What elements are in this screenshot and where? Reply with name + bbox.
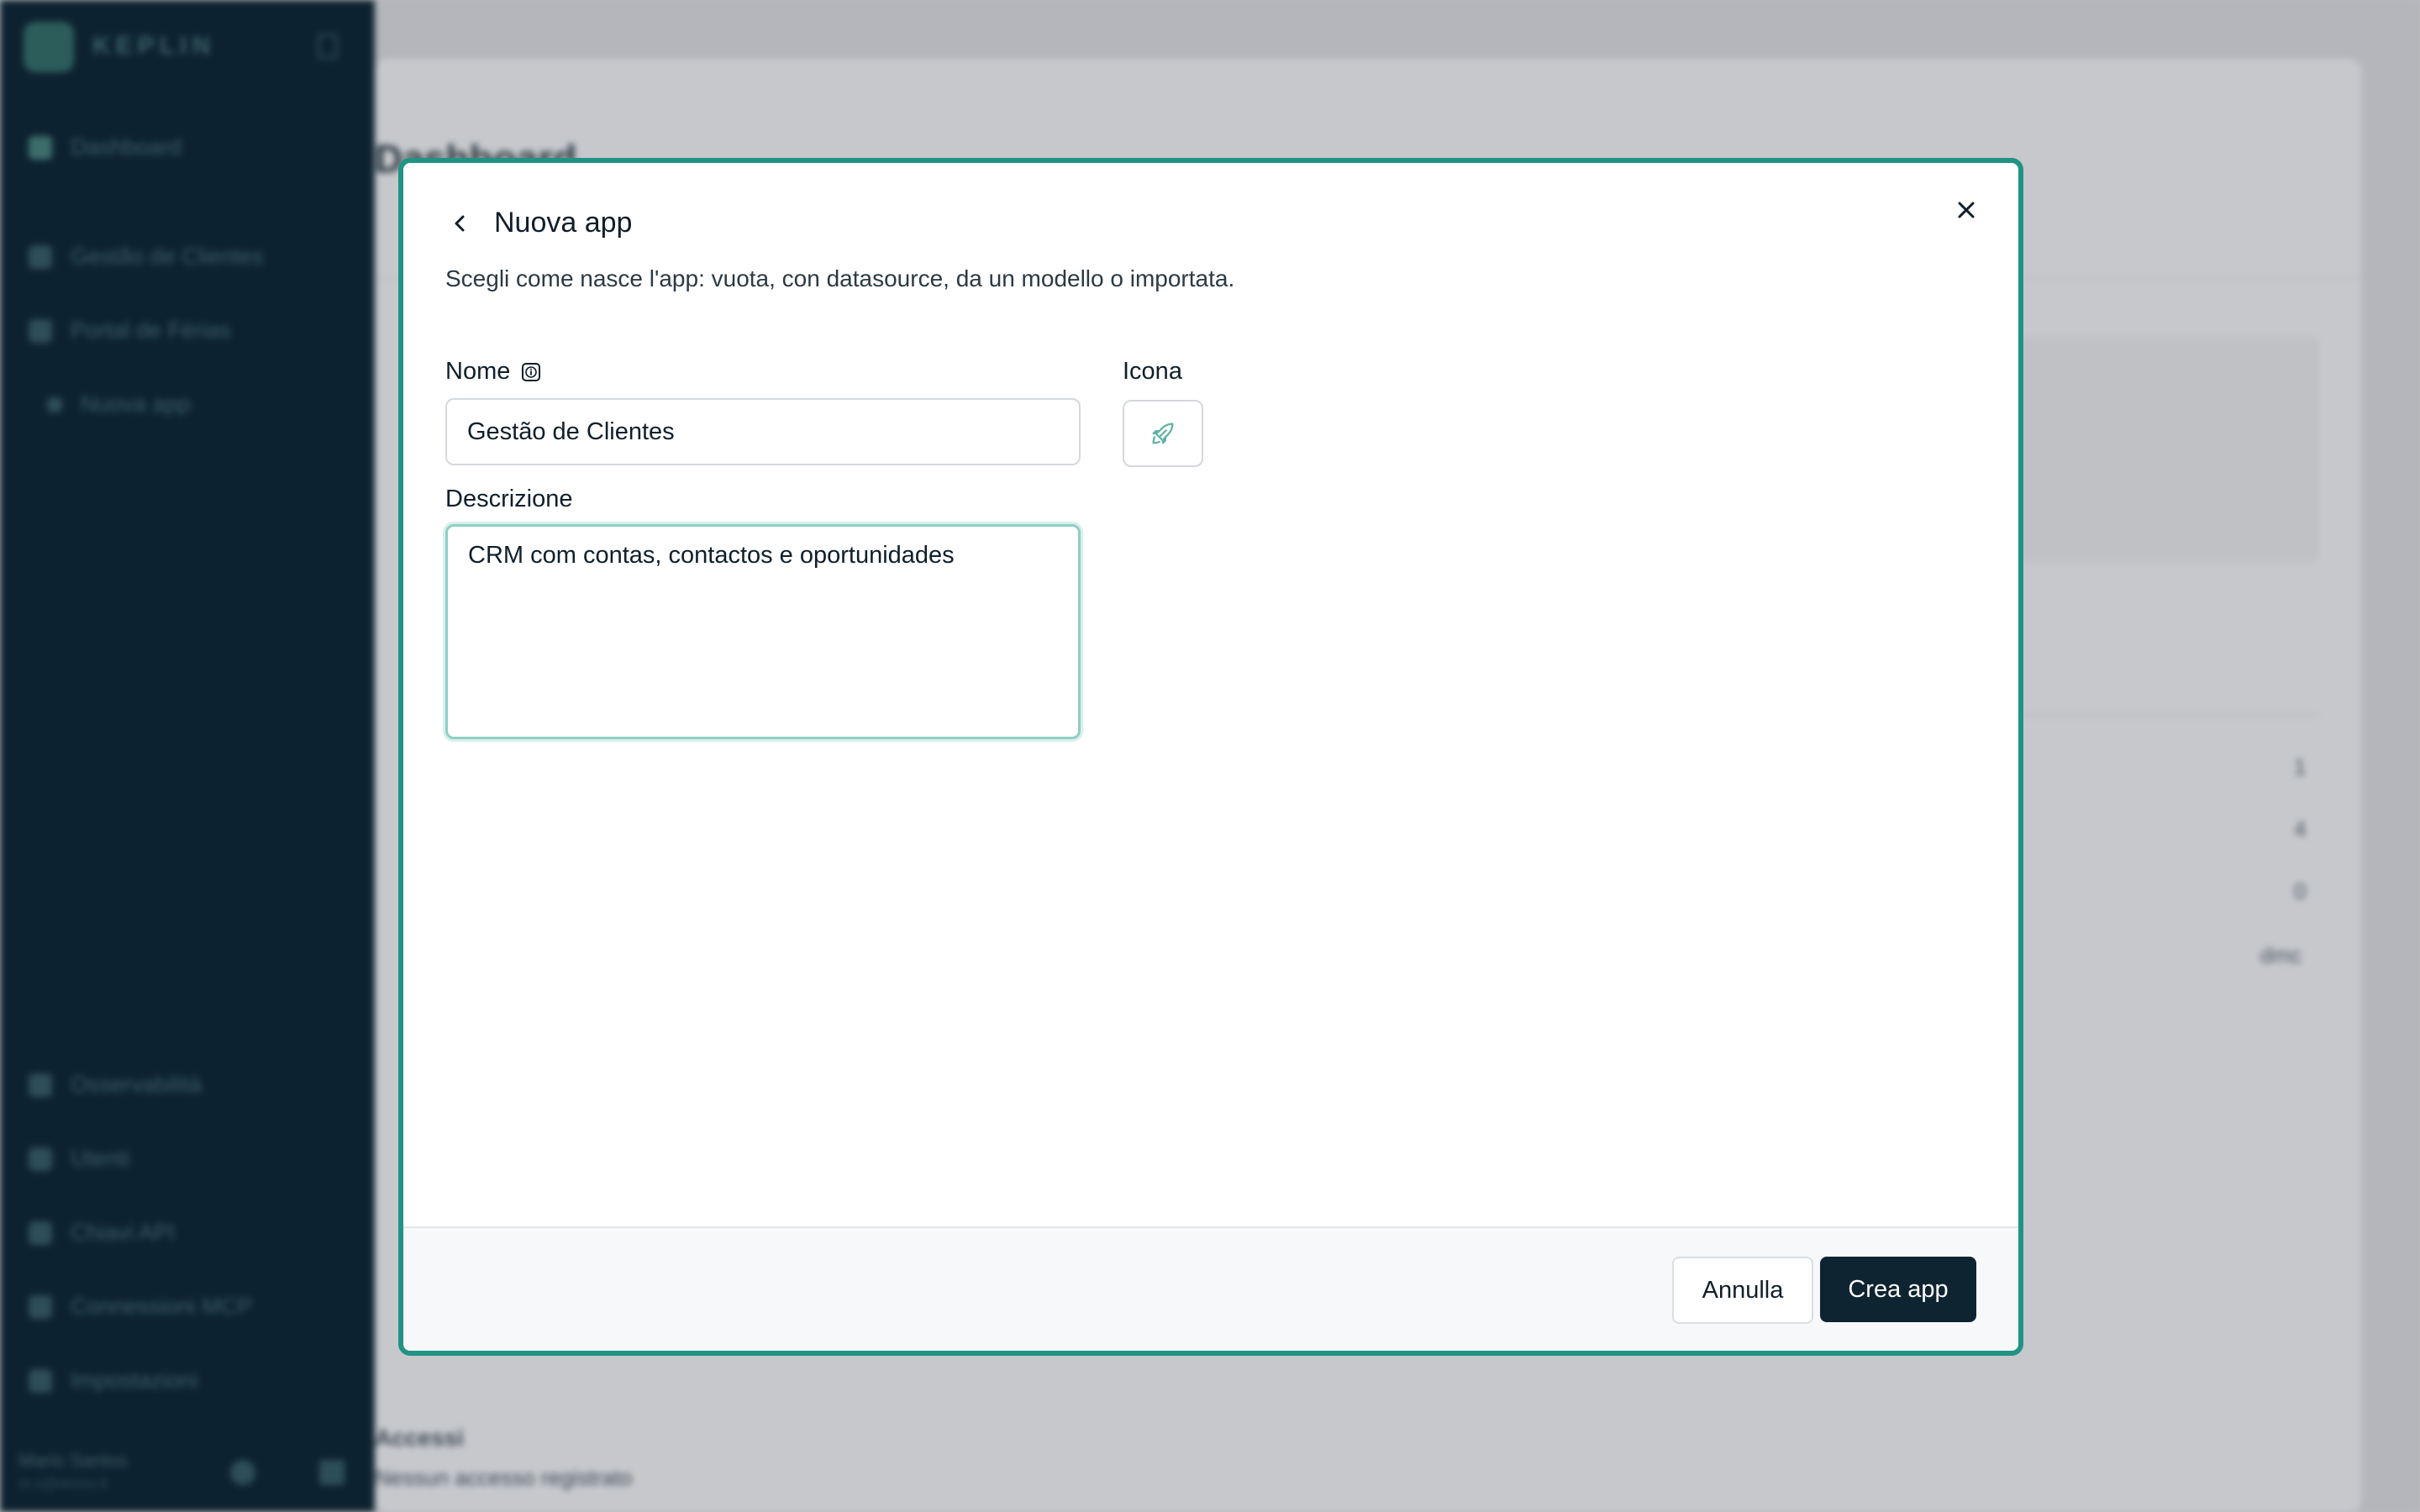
logout-icon[interactable] xyxy=(319,1460,345,1485)
sidebar-item-label: Osservabilità xyxy=(71,1072,203,1097)
dialog-subtitle: Scegli come nasce l'app: vuota, con data… xyxy=(445,265,1235,291)
name-label: Nome xyxy=(445,358,542,386)
users-icon xyxy=(29,1147,52,1171)
chart-icon xyxy=(29,1073,52,1097)
sidebar-item-app-gestao[interactable]: Gestão de Clientes xyxy=(29,244,264,270)
description-textarea[interactable]: CRM com contas, contactos e oportunidade… xyxy=(445,524,1081,739)
app-icon xyxy=(29,244,52,269)
new-app-dialog: Nuova app Scegli come nasce l'app: vuota… xyxy=(398,158,2023,1356)
sidebar-item-label: Impostazioni xyxy=(71,1368,198,1393)
chevron-left-icon xyxy=(455,215,465,231)
rocket-icon xyxy=(1152,423,1174,444)
create-app-button[interactable]: Crea app xyxy=(1820,1257,1976,1322)
user-info[interactable]: Mario Santos m.s@demo.it xyxy=(18,1450,128,1493)
sidebar: KEPLIN Dashboard Gestão de Clientes Port… xyxy=(0,0,375,1512)
sidebar-item-settings[interactable]: Impostazioni xyxy=(29,1368,198,1394)
name-label-text: Nome xyxy=(445,358,511,385)
user-email: m.s@demo.it xyxy=(18,1475,108,1492)
sidebar-item-mcp[interactable]: Connessioni MCP xyxy=(29,1294,252,1320)
brand-name: KEPLIN xyxy=(92,32,216,60)
sidebar-item-label: Gestão de Clientes xyxy=(71,244,264,269)
stat-value: 1 xyxy=(2294,754,2307,780)
info-icon[interactable] xyxy=(520,361,542,383)
sidebar-item-dashboard[interactable]: Dashboard xyxy=(29,134,182,160)
description-label: Descrizione xyxy=(445,486,573,512)
user-name: Mario Santos xyxy=(18,1450,128,1471)
logo xyxy=(24,22,74,72)
sidebar-item-new-app[interactable]: Nuova app xyxy=(47,391,191,417)
sidebar-item-label: Dashboard xyxy=(71,134,182,160)
plug-icon xyxy=(29,1294,52,1319)
dashboard-icon xyxy=(29,135,52,160)
close-button[interactable] xyxy=(1949,193,1983,227)
sidebar-item-label: Portal de Férias xyxy=(71,318,231,343)
name-input[interactable] xyxy=(445,398,1081,465)
cancel-button[interactable]: Annulla xyxy=(1672,1257,1813,1324)
icon-picker-button[interactable] xyxy=(1123,400,1203,467)
close-icon xyxy=(1958,202,1975,218)
divider xyxy=(2008,714,2319,716)
globe-icon[interactable] xyxy=(230,1460,255,1485)
sidebar-collapse-icon[interactable] xyxy=(318,34,338,59)
section-title: Accessi xyxy=(375,1425,464,1451)
back-button[interactable] xyxy=(445,208,476,239)
rocket-icon xyxy=(29,318,52,343)
dialog-footer: Annulla Crea app xyxy=(403,1226,2018,1351)
key-icon xyxy=(29,1221,52,1245)
icon-label: Icona xyxy=(1123,358,1182,385)
stat-value: dmc xyxy=(2260,942,2302,968)
sidebar-item-label: Nuova app xyxy=(81,391,191,417)
sidebar-item-users[interactable]: Utenti xyxy=(29,1146,130,1172)
sidebar-item-api-keys[interactable]: Chiavi API xyxy=(29,1220,176,1246)
dialog-header: Nuova app xyxy=(445,207,632,239)
sidebar-item-label: Utenti xyxy=(71,1146,130,1171)
section-subtitle: Nessun accesso registrato xyxy=(375,1465,633,1490)
sidebar-item-app-portal[interactable]: Portal de Férias xyxy=(29,318,231,344)
sidebar-item-observability[interactable]: Osservabilità xyxy=(29,1072,202,1098)
stat-value: 4 xyxy=(2294,816,2307,842)
dialog-title: Nuova app xyxy=(494,207,633,239)
plus-icon xyxy=(47,396,62,412)
stat-value: 0 xyxy=(2294,879,2307,904)
sidebar-item-label: Chiavi API xyxy=(71,1220,176,1245)
sidebar-item-label: Connessioni MCP xyxy=(71,1294,253,1319)
gear-icon xyxy=(29,1368,52,1393)
